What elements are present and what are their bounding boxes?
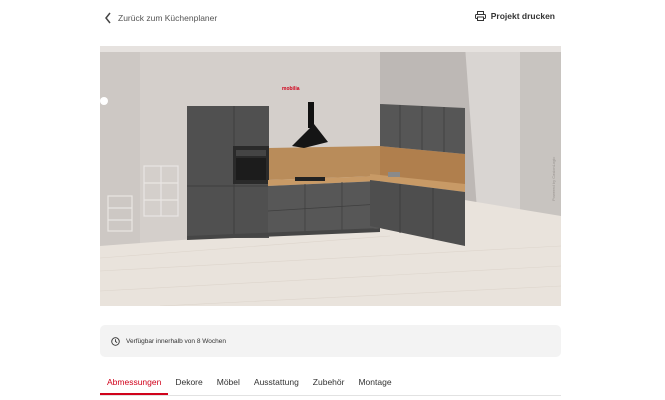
top-bar: Zurück zum Küchenplaner Projekt drucken	[0, 0, 665, 36]
tab-abmessungen[interactable]: Abmessungen	[100, 372, 169, 395]
chevron-left-icon	[105, 12, 111, 24]
tab-zubehoer[interactable]: Zubehör	[306, 372, 352, 395]
kitchen-render[interactable]: mobilia Powered by CasionLogic	[100, 46, 561, 306]
details-tabs: Abmessungen Dekore Möbel Ausstattung Zub…	[100, 372, 561, 396]
tab-dekore[interactable]: Dekore	[168, 372, 209, 395]
tab-montage[interactable]: Montage	[351, 372, 398, 395]
availability-text: Verfügbar innerhalb von 8 Wochen	[126, 337, 226, 345]
kitchen-3d-viewer[interactable]: mobilia Powered by CasionLogic	[100, 46, 561, 306]
tab-ausstattung[interactable]: Ausstattung	[247, 372, 306, 395]
back-link-label: Zurück zum Küchenplaner	[118, 13, 218, 23]
availability-info: Verfügbar innerhalb von 8 Wochen	[100, 325, 561, 357]
print-button-label: Projekt drucken	[490, 11, 555, 21]
tab-moebel[interactable]: Möbel	[210, 372, 247, 395]
printer-icon	[474, 11, 486, 21]
brand-logo: mobilia	[282, 86, 300, 92]
print-project-button[interactable]: Projekt drucken	[474, 11, 555, 21]
back-to-planner-link[interactable]: Zurück zum Küchenplaner	[104, 12, 217, 24]
clock-icon	[111, 336, 120, 346]
render-watermark: Powered by CasionLogic	[551, 157, 556, 201]
